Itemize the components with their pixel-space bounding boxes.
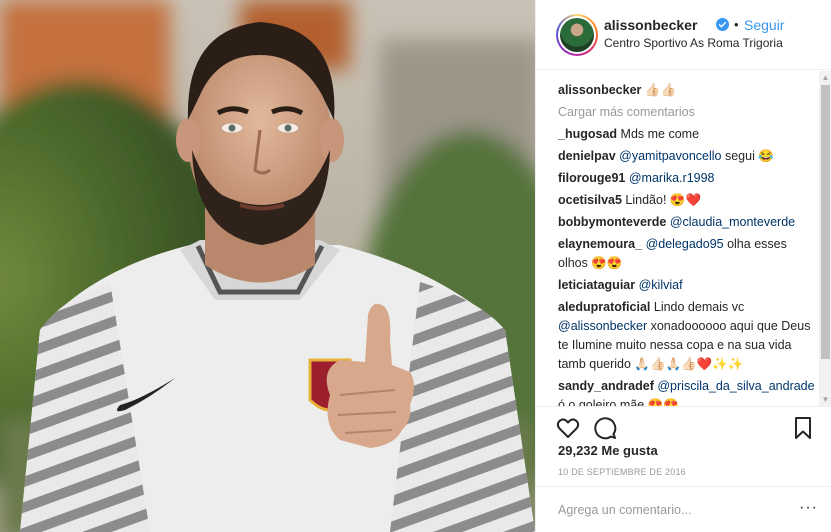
comment-text: Lindão! 😍❤️ — [625, 193, 702, 207]
separator-dot: • — [734, 17, 739, 32]
caption: alissonbecker 👍🏻👍🏻 — [558, 81, 816, 100]
comments-section[interactable]: alissonbecker 👍🏻👍🏻 Cargar más comentario… — [536, 71, 831, 406]
comment-text: ó o goleiro mãe 😍😍 — [558, 398, 679, 406]
mention-link[interactable]: @claudia_monteverde — [670, 215, 795, 229]
scrollbar-thumb[interactable] — [821, 85, 830, 359]
comment-item: filorouge91 @marika.r1998 — [558, 169, 816, 188]
likes-count[interactable]: 29,232 Me gusta — [558, 443, 658, 458]
comment-username[interactable]: aledupratoficial — [558, 300, 650, 314]
scroll-up-arrow-icon[interactable]: ▲ — [821, 73, 830, 82]
comment-item: sandy_andradef @priscila_da_silva_andrad… — [558, 377, 816, 406]
add-comment-bar: ··· — [536, 486, 831, 532]
comments-scrollbar[interactable]: ▲ ▼ — [819, 71, 831, 406]
post-photo[interactable] — [0, 0, 535, 532]
comment-item: ocetisilva5 Lindão! 😍❤️ — [558, 191, 816, 210]
add-comment-input[interactable] — [558, 501, 798, 519]
comment-item: aledupratoficial Lindo demais vc @alisso… — [558, 298, 816, 374]
comment-username[interactable]: filorouge91 — [558, 171, 625, 185]
goalkeeper-photo — [0, 0, 535, 532]
comment-item: _hugosad Mds me come — [558, 125, 816, 144]
bookmark-icon[interactable] — [791, 416, 815, 440]
heart-icon[interactable] — [556, 416, 580, 440]
mention-link[interactable]: @marika.r1998 — [629, 171, 715, 185]
comment-item: elaynemoura_ @delegado95 olha esses olho… — [558, 235, 816, 273]
comment-text: segui 😂 — [721, 149, 774, 163]
comment-username[interactable]: ocetisilva5 — [558, 193, 622, 207]
comment-text: Lindo demais vc — [653, 300, 745, 314]
comment-username[interactable]: leticiataguiar — [558, 278, 635, 292]
scroll-down-arrow-icon[interactable]: ▼ — [821, 395, 830, 404]
comment-item: leticiataguiar @kilviaf — [558, 276, 816, 295]
post-details-panel: alissonbecker • Seguir Centro Sportivo A… — [535, 0, 831, 532]
verified-badge-icon — [716, 18, 729, 31]
mention-link[interactable]: @alissonbecker — [558, 319, 647, 333]
location-link[interactable]: Centro Sportivo As Roma Trigoria — [604, 36, 783, 50]
mention-link[interactable]: @delegado95 — [646, 237, 724, 251]
comment-username[interactable]: denielpav — [558, 149, 616, 163]
follow-button[interactable]: Seguir — [744, 17, 784, 33]
avatar[interactable] — [556, 14, 598, 56]
comment-username[interactable]: sandy_andradef — [558, 379, 654, 393]
mention-link[interactable]: @kilviaf — [639, 278, 683, 292]
comment-username[interactable]: elaynemoura_ — [558, 237, 642, 251]
action-bar — [536, 406, 831, 446]
comment-text: Mds me come — [620, 127, 700, 141]
header-username[interactable]: alissonbecker — [604, 17, 697, 33]
caption-text: 👍🏻👍🏻 — [644, 83, 677, 97]
more-options-icon[interactable]: ··· — [799, 499, 818, 517]
caption-username[interactable]: alissonbecker — [558, 83, 641, 97]
mention-link[interactable]: @yamitpavoncello — [619, 149, 721, 163]
load-more-comments-button[interactable]: Cargar más comentarios — [558, 103, 816, 122]
post-header: alissonbecker • Seguir Centro Sportivo A… — [536, 0, 831, 70]
mention-link[interactable]: @priscila_da_silva_andrade — [657, 379, 814, 393]
avatar-image — [560, 18, 594, 52]
comment-item: denielpav @yamitpavoncello segui 😂 — [558, 147, 816, 166]
comment-item: bobbymonteverde @claudia_monteverde — [558, 213, 816, 232]
post-date[interactable]: 10 DE SEPTIEMBRE DE 2016 — [558, 467, 686, 477]
comment-username[interactable]: _hugosad — [558, 127, 617, 141]
comment-list: alissonbecker 👍🏻👍🏻 Cargar más comentario… — [558, 81, 816, 406]
comment-icon[interactable] — [593, 416, 617, 440]
comment-username[interactable]: bobbymonteverde — [558, 215, 666, 229]
